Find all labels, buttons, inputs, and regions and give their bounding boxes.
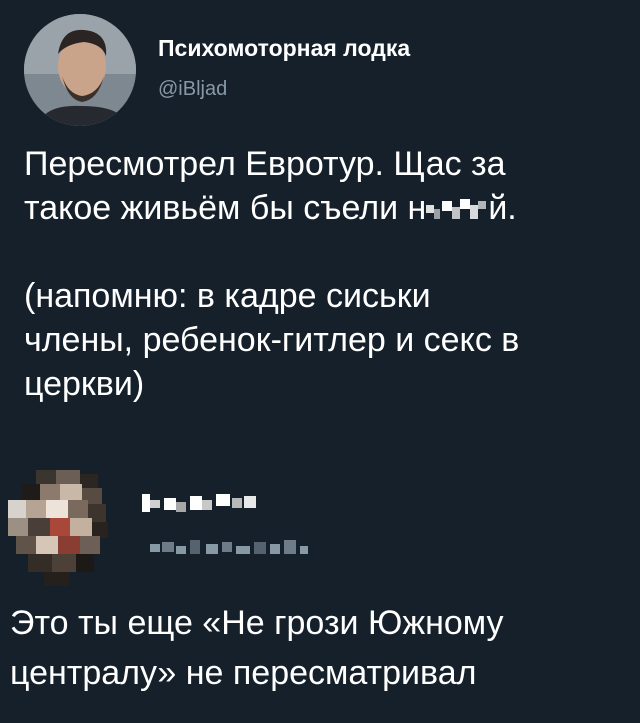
tweet-line-1: Пересмотрел Евротур. Щас за — [24, 145, 506, 183]
tweet-line-2-start: такое живьём бы съели н — [24, 189, 427, 227]
author-handle[interactable]: @iBljad — [158, 78, 227, 101]
tweet-line-2: такое живьём бы съели н й. — [24, 186, 624, 230]
tweet-line-3: (напомню: в кадре сиськи — [24, 277, 431, 315]
censored-word-pixelation — [426, 190, 488, 219]
reply-avatar-pixelated[interactable] — [8, 470, 124, 586]
reply-line-2: централу» не пересматривал — [10, 654, 477, 692]
tweet-body: Пересмотрел Евротур. Щас за такое живьём… — [24, 142, 624, 406]
tweet-line-5: церкви) — [24, 365, 145, 403]
tweet-line-4: члены, ребенок-гитлер и секс в — [24, 321, 520, 359]
reply-author-name-pixelated[interactable] — [140, 490, 270, 516]
author-avatar[interactable] — [24, 14, 136, 126]
author-name[interactable]: Психомоторная лодка — [158, 35, 410, 62]
tweet-line-2-end: й. — [488, 189, 517, 227]
reply-line-1: Это ты еще «Не грози Южному — [10, 604, 504, 642]
reply-author-handle-pixelated[interactable] — [150, 538, 330, 558]
reply-body: Это ты еще «Не грози Южному централу» не… — [10, 598, 635, 698]
